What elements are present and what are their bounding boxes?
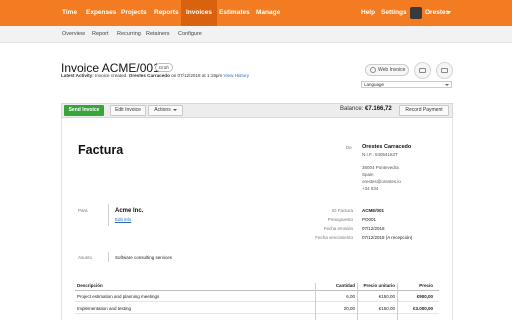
meta-value: ACME/001 [362, 208, 385, 213]
nav-manage[interactable]: Manage [256, 0, 280, 26]
divider [108, 252, 109, 262]
from-line: Spain [362, 172, 374, 177]
subnav-report[interactable]: Report [92, 26, 109, 43]
language-select[interactable]: Language [361, 81, 452, 88]
meta-label: Fecha emisión [323, 226, 353, 231]
row-quantity: 20,00 [343, 306, 355, 311]
web-invoice-label: Web Invoice [378, 67, 406, 73]
subnav-overview[interactable]: Overview [62, 26, 85, 43]
from-line: orestes@orestes.io [362, 179, 401, 184]
top-navigation-bar: Time Expenses Projects Reports Invoices … [0, 0, 512, 26]
meta-value: PO001 [362, 217, 377, 222]
subnav-recurring[interactable]: Recurring [117, 26, 141, 43]
from-line: +34 634 [362, 186, 379, 191]
print-button[interactable] [436, 62, 453, 79]
row-price: €3.000,00 [412, 306, 433, 311]
nav-expenses[interactable]: Expenses [86, 0, 116, 26]
client-name: Acme Inc. [115, 208, 144, 214]
col-quantity: Cantidad [335, 283, 355, 288]
chevron-down-icon [445, 84, 449, 86]
meta-value: 07/12/2018 [362, 226, 385, 231]
edit-client-info-link[interactable]: Edit info [115, 217, 131, 222]
record-payment-button[interactable]: Record Payment [399, 105, 449, 116]
row-description: Project estimation and planning meetings [77, 294, 160, 299]
chevron-down-icon[interactable] [447, 11, 451, 14]
printer-icon [441, 68, 448, 73]
nav-reports[interactable]: Reports [154, 0, 179, 26]
table-row: Implementation and testing 20,00 €150,00… [75, 304, 439, 314]
download-icon [419, 68, 426, 73]
from-line: N.I.F.: 54054163T [362, 152, 398, 157]
row-description: Implementation and testing [77, 306, 132, 311]
column-divider [357, 283, 358, 320]
document-heading: Factura [78, 143, 124, 157]
latest-activity: Latest Activity: Invoice created. Oreste… [61, 73, 249, 78]
to-label: Para [78, 208, 88, 213]
nav-projects[interactable]: Projects [121, 0, 147, 26]
subject-text: Software consulting services [115, 255, 173, 260]
activity-date: on 07/12/2018 at 1:19pm [171, 73, 223, 78]
col-unit-price: Precio unitario [363, 283, 395, 288]
user-avatar[interactable] [410, 7, 422, 19]
from-name: Orestes Carracedo [362, 144, 412, 150]
view-history-link[interactable]: View History [224, 73, 249, 78]
row-unit-price: €150,00 [378, 306, 395, 311]
edit-invoice-button[interactable]: Edit Invoice [110, 105, 146, 116]
invoices-subnav: Overview Report Recurring Retainers Conf… [0, 26, 512, 43]
language-select-value: Language [364, 82, 385, 87]
balance-amount: €7.166,72 [365, 106, 392, 112]
activity-user: Orestes Carracedo [128, 73, 170, 78]
meta-label: ID Factura [331, 208, 353, 213]
meta-value: 07/12/2018 (A recepción) [362, 235, 413, 240]
nav-estimates[interactable]: Estimates [219, 0, 250, 26]
meta-label: Presupuesto [327, 217, 353, 222]
web-invoice-button[interactable]: Web Invoice [365, 64, 409, 76]
column-divider [397, 283, 398, 320]
activity-text: Invoice created. [95, 73, 128, 78]
nav-invoices[interactable]: Invoices [181, 0, 218, 26]
user-menu-name[interactable]: Orestes [425, 0, 449, 26]
status-badge: Draft [155, 63, 173, 72]
subnav-configure[interactable]: Configure [178, 26, 202, 43]
from-label: De [346, 145, 352, 150]
col-price: Precio [419, 283, 433, 288]
subject-label: Asunto [78, 255, 93, 260]
nav-settings[interactable]: Settings [381, 0, 407, 26]
row-unit-price: €150,00 [378, 294, 395, 299]
column-divider [315, 283, 316, 320]
nav-time[interactable]: Time [62, 0, 77, 26]
subnav-retainers[interactable]: Retainers [146, 26, 170, 43]
meta-label: Fecha vencimiento [315, 235, 353, 240]
actions-dropdown-button[interactable]: Actions [148, 105, 183, 116]
row-price: €900,00 [416, 294, 433, 299]
actions-label: Actions [154, 107, 171, 113]
globe-icon [370, 67, 376, 73]
divider [108, 204, 109, 226]
balance-label: Balance: [340, 106, 364, 112]
nav-help[interactable]: Help [361, 0, 375, 26]
col-description: Descripción [77, 283, 103, 288]
from-line: 36004 Pontevedra [362, 165, 399, 170]
table-row: Project estimation and planning meetings… [75, 292, 439, 302]
row-quantity: 6,00 [346, 294, 355, 299]
line-items-header: Descripción Cantidad Precio unitario Pre… [75, 283, 439, 291]
download-pdf-button[interactable] [414, 62, 431, 79]
balance-display: Balance: €7.166,72 [340, 106, 392, 112]
activity-label: Latest Activity: [61, 73, 94, 78]
chevron-down-icon [172, 108, 177, 111]
send-invoice-button[interactable]: Send Invoice [64, 105, 104, 116]
